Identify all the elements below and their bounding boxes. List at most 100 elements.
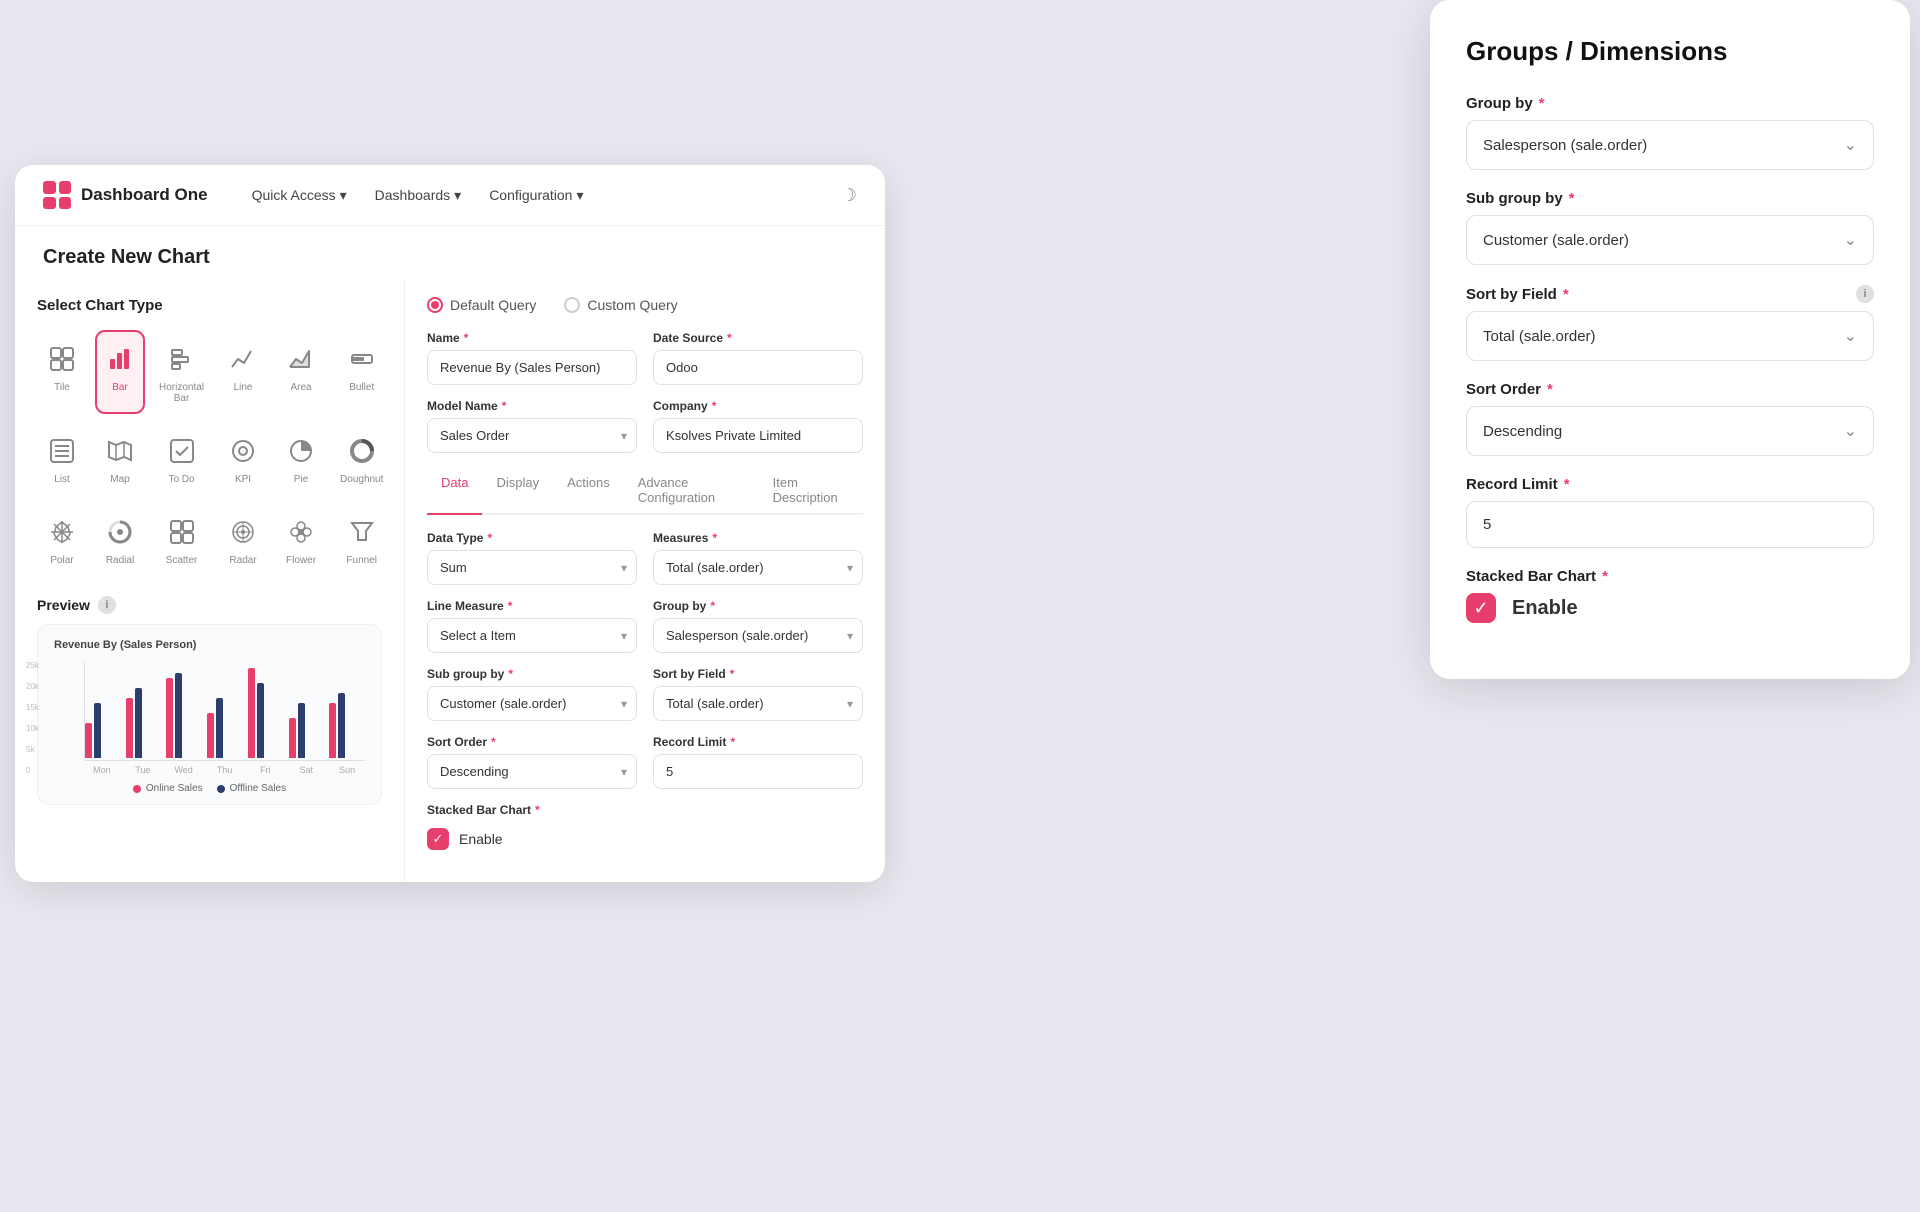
nav-logo: Dashboard One [43, 181, 208, 209]
right-panel: Groups / Dimensions Group by * Salespers… [1430, 0, 1910, 679]
chart-icon-radar[interactable]: Radar [218, 503, 268, 576]
record-limit-label: Record Limit * [653, 735, 863, 749]
chart-icon-area[interactable]: Area [276, 330, 326, 414]
form-group-group-by: Group by * Salesperson (sale.order) ▾ [653, 599, 863, 653]
chart-icon-doughnut[interactable]: Doughnut [334, 422, 389, 495]
chart-icon-hbar[interactable]: Horizontal Bar [153, 330, 210, 414]
bar-dark-sun [338, 693, 345, 758]
form-group-date-source: Date Source * [653, 331, 863, 385]
record-limit-input[interactable] [653, 754, 863, 789]
chart-icon-funnel[interactable]: Funnel [334, 503, 389, 576]
rp-enable-checkbox[interactable]: ✓ [1466, 593, 1496, 623]
form-row-line-group: Line Measure * Select a Item ▾ Group by … [427, 599, 863, 653]
date-source-input[interactable] [653, 350, 863, 385]
legend-online: Online Sales [133, 783, 203, 794]
form-row-stacked: Stacked Bar Chart * ✓ Enable [427, 803, 863, 850]
tab-item-desc[interactable]: Item Description [759, 467, 863, 515]
rp-sort-order-select[interactable]: Descending ⌄ [1466, 406, 1874, 456]
tab-display[interactable]: Display [482, 467, 553, 515]
bar-dark-mon [94, 703, 101, 758]
chart-icon-kpi[interactable]: KPI [218, 422, 268, 495]
chart-icon-flower[interactable]: Flower [276, 503, 326, 576]
chevron-down-icon: ⌄ [1844, 326, 1857, 346]
form-row-model-company: Model Name * Sales Order ▾ Company * [427, 399, 863, 453]
chart-icon-bar[interactable]: Bar [95, 330, 145, 414]
legend-dot-offline [217, 785, 225, 793]
form-group-sub-group: Sub group by * Customer (sale.order) ▾ [427, 667, 637, 721]
tabs-row: Data Display Actions Advance Configurati… [427, 467, 863, 515]
chart-icon-pie[interactable]: Pie [276, 422, 326, 495]
data-type-label: Data Type * [427, 531, 637, 545]
rp-record-limit-input[interactable]: 5 [1466, 501, 1874, 548]
enable-checkbox[interactable]: ✓ [427, 828, 449, 850]
data-type-select-wrapper: Sum ▾ [427, 550, 637, 585]
bar-dark-sat [298, 703, 305, 758]
chart-icon-polar[interactable]: Polar [37, 503, 87, 576]
company-input[interactable] [653, 418, 863, 453]
sort-field-select[interactable]: Total (sale.order) [653, 686, 863, 721]
nav-dashboards[interactable]: Dashboards ▾ [375, 187, 462, 204]
logo-icon [43, 181, 71, 209]
measures-select-wrapper: Total (sale.order) ▾ [653, 550, 863, 585]
form-group-sort-order: Sort Order * Descending ▾ [427, 735, 637, 789]
bar-pink-sun [329, 703, 336, 758]
nav-configuration[interactable]: Configuration ▾ [489, 187, 583, 204]
sub-group-select-wrapper: Customer (sale.order) ▾ [427, 686, 637, 721]
nav-quick-access[interactable]: Quick Access ▾ [252, 187, 347, 204]
rp-sub-group-select[interactable]: Customer (sale.order) ⌄ [1466, 215, 1874, 265]
form-group-sort-field: Sort by Field * Total (sale.order) ▾ [653, 667, 863, 721]
sort-field-info-icon[interactable]: i [1856, 285, 1874, 303]
bar-group-sat [289, 703, 325, 758]
chart-icon-bullet[interactable]: Bullet [334, 330, 389, 414]
tab-actions[interactable]: Actions [553, 467, 624, 515]
rp-sub-group-label: Sub group by * [1466, 190, 1874, 207]
sub-group-select[interactable]: Customer (sale.order) [427, 686, 637, 721]
checkbox-row-stacked: ✓ Enable [427, 828, 863, 850]
radio-custom-query[interactable]: Custom Query [564, 297, 677, 313]
rp-checkbox-row: ✓ Enable [1466, 593, 1874, 623]
chart-icon-todo[interactable]: To Do [153, 422, 210, 495]
chart-icon-list[interactable]: List [37, 422, 87, 495]
form-group-line-measure: Line Measure * Select a Item ▾ [427, 599, 637, 653]
line-measure-select[interactable]: Select a Item [427, 618, 637, 653]
rp-sort-order-label: Sort Order * [1466, 381, 1874, 398]
radio-default-query[interactable]: Default Query [427, 297, 536, 313]
form-group-company: Company * [653, 399, 863, 453]
form-group-name: Name * [427, 331, 637, 385]
preview-title: Preview i [37, 596, 382, 614]
rp-sort-field-select[interactable]: Total (sale.order) ⌄ [1466, 311, 1874, 361]
preview-info-icon[interactable]: i [98, 596, 116, 614]
date-source-label: Date Source * [653, 331, 863, 345]
bar-group-tue [126, 688, 162, 758]
chevron-down-icon: ⌄ [1844, 135, 1857, 155]
bar-pink-wed [166, 678, 173, 758]
model-name-select[interactable]: Sales Order [427, 418, 637, 453]
rp-group-by-label: Group by * [1466, 95, 1874, 112]
tab-advance[interactable]: Advance Configuration [624, 467, 759, 515]
chart-icon-radial[interactable]: Radial [95, 503, 145, 576]
enable-label: Enable [459, 831, 503, 847]
chart-icon-scatter[interactable]: Scatter [153, 503, 210, 576]
sort-order-select[interactable]: Descending [427, 754, 637, 789]
chart-icon-map[interactable]: Map [95, 422, 145, 495]
radio-circle-default [427, 297, 443, 313]
bar-pink-sat [289, 718, 296, 758]
name-input[interactable] [427, 350, 637, 385]
rp-group-by-select[interactable]: Salesperson (sale.order) ⌄ [1466, 120, 1874, 170]
tab-data[interactable]: Data [427, 467, 482, 515]
group-by-select[interactable]: Salesperson (sale.order) [653, 618, 863, 653]
form-group-record-limit: Record Limit * [653, 735, 863, 789]
rp-stacked-bar: Stacked Bar Chart * ✓ Enable [1466, 568, 1874, 623]
bar-dark-fri [257, 683, 264, 758]
measures-select[interactable]: Total (sale.order) [653, 550, 863, 585]
moon-icon[interactable]: ☽ [841, 185, 857, 206]
chart-icon-tile[interactable]: Tile [37, 330, 87, 414]
group-by-label: Group by * [653, 599, 863, 613]
chevron-down-icon: ▾ [576, 187, 583, 204]
chart-icon-line[interactable]: Line [218, 330, 268, 414]
top-nav: Dashboard One Quick Access ▾ Dashboards … [15, 165, 885, 226]
app-title: Dashboard One [81, 185, 208, 205]
data-type-select[interactable]: Sum [427, 550, 637, 585]
bar-group-fri [248, 668, 284, 758]
y-axis-labels: 25k 20k 15k 10k 5k 0 [26, 661, 39, 775]
